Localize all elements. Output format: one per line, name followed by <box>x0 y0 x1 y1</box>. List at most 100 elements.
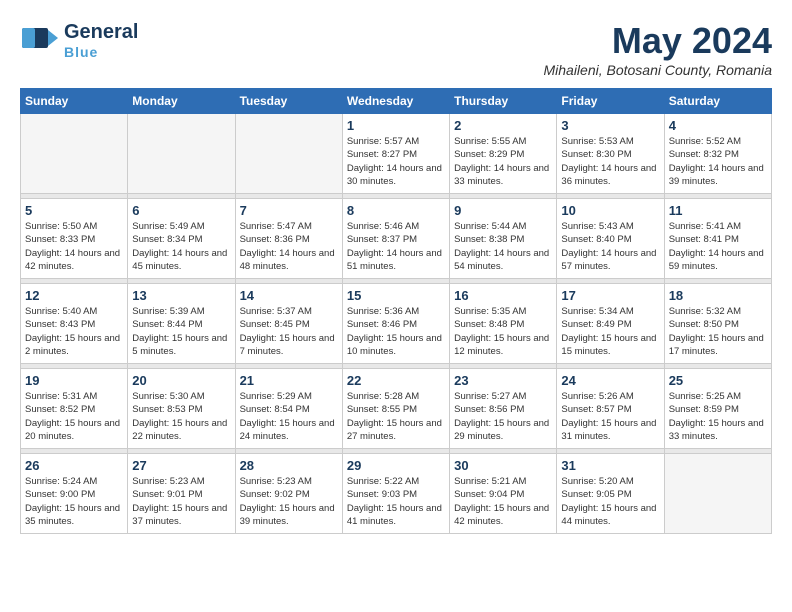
table-row: 3Sunrise: 5:53 AM Sunset: 8:30 PM Daylig… <box>557 114 664 194</box>
day-info: Sunrise: 5:28 AM Sunset: 8:55 PM Dayligh… <box>347 390 445 443</box>
table-row: 30Sunrise: 5:21 AM Sunset: 9:04 PM Dayli… <box>450 454 557 534</box>
logo: General Blue <box>20 20 138 60</box>
table-row: 20 Sunrise: 5:30 AM Sunset: 8:53 PM Dayli… <box>128 369 235 449</box>
table-row: 21 Sunrise: 5:29 AM Sunset: 8:54 PM Dayli… <box>235 369 342 449</box>
table-row: 17 Sunrise: 5:34 AM Sunset: 8:49 PM Dayli… <box>557 284 664 364</box>
calendar-header-row: Sunday Monday Tuesday Wednesday Thursday… <box>21 89 772 114</box>
calendar-table: Sunday Monday Tuesday Wednesday Thursday… <box>20 88 772 534</box>
day-number: 28 <box>240 458 338 473</box>
day-info: Sunrise: 5:46 AM Sunset: 8:37 PM Dayligh… <box>347 220 445 273</box>
page-header: General Blue May 2024 Mihaileni, Botosan… <box>20 20 772 78</box>
calendar-week-row: 1 Sunrise: 5:57 AM Sunset: 8:27 PM Daylig… <box>21 114 772 194</box>
day-info: Sunrise: 5:29 AM Sunset: 8:54 PM Dayligh… <box>240 390 338 443</box>
table-row: 24 Sunrise: 5:26 AM Sunset: 8:57 PM Dayli… <box>557 369 664 449</box>
day-number: 9 <box>454 203 552 218</box>
day-info: Sunrise: 5:30 AM Sunset: 8:53 PM Dayligh… <box>132 390 230 443</box>
logo-subtext: Blue <box>64 44 138 60</box>
location-subtitle: Mihaileni, Botosani County, Romania <box>543 62 772 78</box>
logo-text: General <box>64 21 138 44</box>
table-row: 29 Sunrise: 5:22 AM Sunset: 9:03 PM Dayli… <box>342 454 449 534</box>
day-info: Sunrise: 5:25 AM Sunset: 8:59 PM Dayligh… <box>669 390 767 443</box>
calendar-week-row: 5 Sunrise: 5:50 AM Sunset: 8:33 PM Daylig… <box>21 199 772 279</box>
day-info: Sunrise: 5:26 AM Sunset: 8:57 PM Dayligh… <box>561 390 659 443</box>
day-info: Sunrise: 5:22 AM Sunset: 9:03 PM Dayligh… <box>347 475 445 528</box>
table-row: 18 Sunrise: 5:32 AM Sunset: 8:50 PM Dayli… <box>664 284 771 364</box>
day-info: Sunrise: 5:23 AM Sunset: 9:02 PM Dayligh… <box>240 475 338 528</box>
day-info: Sunrise: 5:39 AM Sunset: 8:44 PM Dayligh… <box>132 305 230 358</box>
day-info: Sunrise: 5:57 AM Sunset: 8:27 PM Dayligh… <box>347 135 445 188</box>
day-number: 31 <box>561 458 659 473</box>
day-info: Sunrise: 5:34 AM Sunset: 8:49 PM Dayligh… <box>561 305 659 358</box>
table-row: 28 Sunrise: 5:23 AM Sunset: 9:02 PM Dayli… <box>235 454 342 534</box>
day-info: Sunrise: 5:49 AM Sunset: 8:34 PM Dayligh… <box>132 220 230 273</box>
day-info: Sunrise: 5:44 AM Sunset: 8:38 PM Dayligh… <box>454 220 552 273</box>
day-number: 29 <box>347 458 445 473</box>
header-wednesday: Wednesday <box>342 89 449 114</box>
day-number: 18 <box>669 288 767 303</box>
table-row: 26 Sunrise: 5:24 AM Sunset: 9:00 PM Dayli… <box>21 454 128 534</box>
table-row: 2Sunrise: 5:55 AM Sunset: 8:29 PM Daylig… <box>450 114 557 194</box>
day-number: 21 <box>240 373 338 388</box>
day-info: Sunrise: 5:32 AM Sunset: 8:50 PM Dayligh… <box>669 305 767 358</box>
table-row: 25 Sunrise: 5:25 AM Sunset: 8:59 PM Dayli… <box>664 369 771 449</box>
day-number: 1 <box>347 118 445 133</box>
day-number: 23 <box>454 373 552 388</box>
table-row: 23Sunrise: 5:27 AM Sunset: 8:56 PM Dayli… <box>450 369 557 449</box>
table-row: 27Sunrise: 5:23 AM Sunset: 9:01 PM Dayli… <box>128 454 235 534</box>
table-row <box>235 114 342 194</box>
day-number: 2 <box>454 118 552 133</box>
table-row: 15 Sunrise: 5:36 AM Sunset: 8:46 PM Dayli… <box>342 284 449 364</box>
table-row: 14Sunrise: 5:37 AM Sunset: 8:45 PM Dayli… <box>235 284 342 364</box>
table-row: 11Sunrise: 5:41 AM Sunset: 8:41 PM Dayli… <box>664 199 771 279</box>
table-row: 6 Sunrise: 5:49 AM Sunset: 8:34 PM Daylig… <box>128 199 235 279</box>
day-number: 4 <box>669 118 767 133</box>
day-number: 26 <box>25 458 123 473</box>
day-number: 12 <box>25 288 123 303</box>
table-row: 4Sunrise: 5:52 AM Sunset: 8:32 PM Daylig… <box>664 114 771 194</box>
table-row: 16Sunrise: 5:35 AM Sunset: 8:48 PM Dayli… <box>450 284 557 364</box>
day-info: Sunrise: 5:36 AM Sunset: 8:46 PM Dayligh… <box>347 305 445 358</box>
table-row: 9 Sunrise: 5:44 AM Sunset: 8:38 PM Daylig… <box>450 199 557 279</box>
calendar-week-row: 12 Sunrise: 5:40 AM Sunset: 8:43 PM Dayli… <box>21 284 772 364</box>
day-info: Sunrise: 5:43 AM Sunset: 8:40 PM Dayligh… <box>561 220 659 273</box>
table-row: 12 Sunrise: 5:40 AM Sunset: 8:43 PM Dayli… <box>21 284 128 364</box>
day-number: 25 <box>669 373 767 388</box>
month-year-title: May 2024 <box>543 20 772 62</box>
day-info: Sunrise: 5:20 AM Sunset: 9:05 PM Dayligh… <box>561 475 659 528</box>
header-friday: Friday <box>557 89 664 114</box>
day-number: 7 <box>240 203 338 218</box>
header-saturday: Saturday <box>664 89 771 114</box>
table-row: 19Sunrise: 5:31 AM Sunset: 8:52 PM Dayli… <box>21 369 128 449</box>
day-info: Sunrise: 5:41 AM Sunset: 8:41 PM Dayligh… <box>669 220 767 273</box>
table-row: 1 Sunrise: 5:57 AM Sunset: 8:27 PM Daylig… <box>342 114 449 194</box>
day-number: 24 <box>561 373 659 388</box>
header-monday: Monday <box>128 89 235 114</box>
header-thursday: Thursday <box>450 89 557 114</box>
header-tuesday: Tuesday <box>235 89 342 114</box>
table-row: 5 Sunrise: 5:50 AM Sunset: 8:33 PM Daylig… <box>21 199 128 279</box>
day-number: 8 <box>347 203 445 218</box>
day-number: 27 <box>132 458 230 473</box>
day-number: 30 <box>454 458 552 473</box>
table-row: 31 Sunrise: 5:20 AM Sunset: 9:05 PM Dayli… <box>557 454 664 534</box>
calendar-week-row: 26 Sunrise: 5:24 AM Sunset: 9:00 PM Dayli… <box>21 454 772 534</box>
day-number: 3 <box>561 118 659 133</box>
day-number: 13 <box>132 288 230 303</box>
table-row <box>21 114 128 194</box>
table-row: 10Sunrise: 5:43 AM Sunset: 8:40 PM Dayli… <box>557 199 664 279</box>
table-row: 7 Sunrise: 5:47 AM Sunset: 8:36 PM Daylig… <box>235 199 342 279</box>
day-info: Sunrise: 5:37 AM Sunset: 8:45 PM Dayligh… <box>240 305 338 358</box>
day-info: Sunrise: 5:24 AM Sunset: 9:00 PM Dayligh… <box>25 475 123 528</box>
day-number: 5 <box>25 203 123 218</box>
day-number: 19 <box>25 373 123 388</box>
day-number: 20 <box>132 373 230 388</box>
day-number: 15 <box>347 288 445 303</box>
day-info: Sunrise: 5:50 AM Sunset: 8:33 PM Dayligh… <box>25 220 123 273</box>
day-info: Sunrise: 5:40 AM Sunset: 8:43 PM Dayligh… <box>25 305 123 358</box>
table-row: 13 Sunrise: 5:39 AM Sunset: 8:44 PM Dayli… <box>128 284 235 364</box>
day-info: Sunrise: 5:35 AM Sunset: 8:48 PM Dayligh… <box>454 305 552 358</box>
day-info: Sunrise: 5:47 AM Sunset: 8:36 PM Dayligh… <box>240 220 338 273</box>
day-number: 6 <box>132 203 230 218</box>
title-area: May 2024 Mihaileni, Botosani County, Rom… <box>543 20 772 78</box>
day-number: 17 <box>561 288 659 303</box>
